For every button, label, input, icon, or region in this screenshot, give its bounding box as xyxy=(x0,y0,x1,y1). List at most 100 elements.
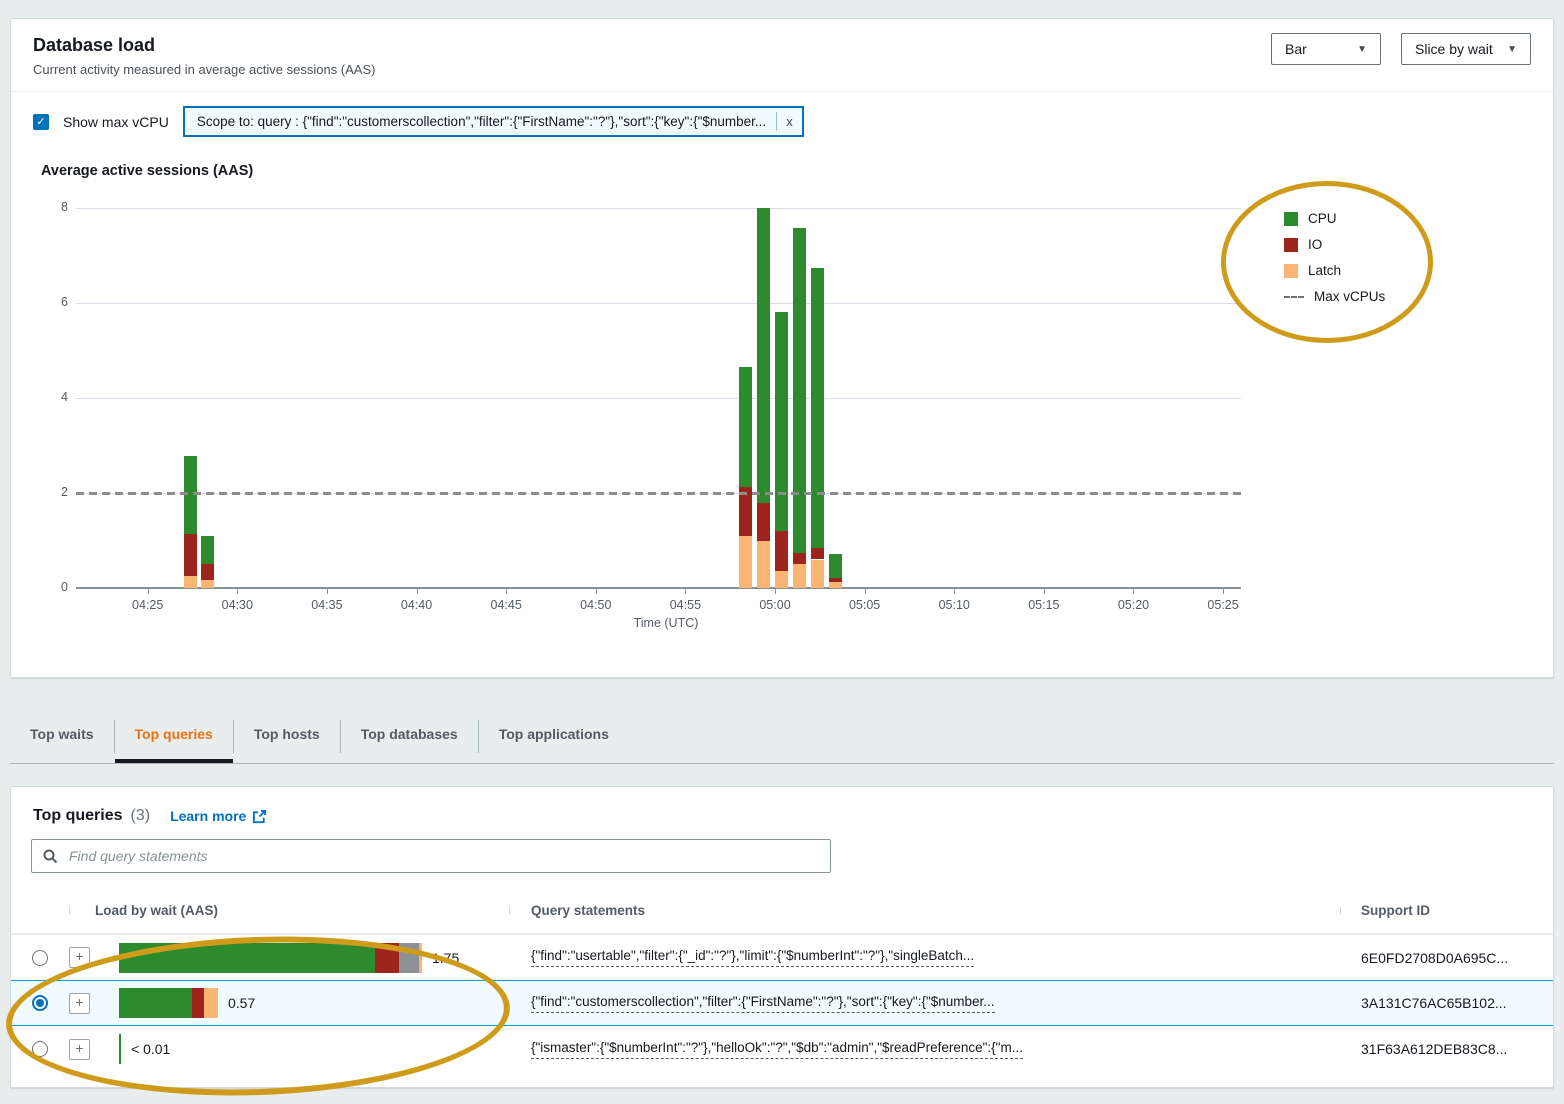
bar-05:01-cpu[interactable] xyxy=(793,228,806,552)
bar-05:02-io[interactable] xyxy=(811,548,824,559)
load-value: 0.57 xyxy=(228,995,255,1011)
chart-type-select[interactable]: Bar ▼ xyxy=(1271,33,1381,65)
bar-04:28-cpu[interactable] xyxy=(201,536,214,564)
bar-05:03-io[interactable] xyxy=(829,578,842,583)
bar-05:01-io[interactable] xyxy=(793,553,806,564)
gridline xyxy=(76,398,1241,399)
top-queries-count: (3) xyxy=(131,807,151,825)
x-tick-mark xyxy=(1223,588,1224,594)
expand-row-icon[interactable]: + xyxy=(69,993,90,1014)
tab-top-waits[interactable]: Top waits xyxy=(10,710,114,763)
bar-04:27-latch[interactable] xyxy=(184,576,197,588)
load-value: < 0.01 xyxy=(131,1041,170,1057)
x-tick-label: 05:25 xyxy=(1196,598,1250,612)
chart-title: Average active sessions (AAS) xyxy=(41,163,1553,179)
load-segment-cpu xyxy=(119,988,192,1018)
x-tick-label: 05:05 xyxy=(838,598,892,612)
x-tick-label: 04:25 xyxy=(121,598,175,612)
y-tick-label: 2 xyxy=(42,485,68,499)
table-header: Load by wait (AAS) Query statements Supp… xyxy=(11,887,1553,934)
chart-type-value: Bar xyxy=(1285,41,1307,57)
legend-item: CPU xyxy=(1284,211,1385,226)
legend-label: Max vCPUs xyxy=(1314,289,1385,304)
top-queries-header: Top queries (3) Learn more xyxy=(11,787,1553,839)
bar-04:28-io[interactable] xyxy=(201,564,214,580)
load-segment-io xyxy=(192,988,204,1018)
external-link-icon xyxy=(252,809,267,824)
bar-04:59-latch[interactable] xyxy=(757,541,770,589)
tab-top-databases[interactable]: Top databases xyxy=(341,710,478,763)
slice-by-select[interactable]: Slice by wait ▼ xyxy=(1401,33,1531,65)
x-tick-label: 05:20 xyxy=(1106,598,1160,612)
query-statement-link[interactable]: {"find":"usertable","filter":{"_id":"?"}… xyxy=(531,948,974,967)
bar-04:58-latch[interactable] xyxy=(739,536,752,588)
bar-05:00-cpu[interactable] xyxy=(775,312,788,531)
tab-top-queries[interactable]: Top queries xyxy=(115,710,233,763)
panel-header: Database load Current activity measured … xyxy=(11,19,1553,92)
bar-05:02-latch[interactable] xyxy=(811,560,824,589)
bar-04:59-cpu[interactable] xyxy=(757,208,770,503)
legend-label: CPU xyxy=(1308,211,1337,226)
remove-filter-button[interactable]: x xyxy=(776,112,802,131)
row-select-radio[interactable] xyxy=(32,950,48,966)
legend-item: IO xyxy=(1284,237,1385,252)
x-tick-mark xyxy=(775,588,776,594)
row-select-radio[interactable] xyxy=(32,995,48,1011)
learn-more-link[interactable]: Learn more xyxy=(170,808,267,824)
bar-04:27-cpu[interactable] xyxy=(184,456,197,533)
max-vcpus-line xyxy=(76,492,1241,495)
bar-05:03-cpu[interactable] xyxy=(829,554,842,578)
bar-05:00-latch[interactable] xyxy=(775,571,788,588)
top-queries-panel: Top queries (3) Learn more Load by wait … xyxy=(10,786,1554,1088)
bar-04:59-io[interactable] xyxy=(757,503,770,541)
column-header-support[interactable]: Support ID xyxy=(1340,903,1555,918)
latch-swatch-icon xyxy=(1284,264,1298,278)
table-row[interactable]: +0.57 {"find":"customerscollection","filt… xyxy=(11,980,1553,1026)
gridline xyxy=(76,303,1241,304)
slice-by-value: Slice by wait xyxy=(1415,41,1493,57)
query-statement-link[interactable]: {"find":"customerscollection","filter":{… xyxy=(531,994,995,1013)
table-row[interactable]: +1.75 {"find":"usertable","filter":{"_id"… xyxy=(11,934,1553,980)
x-tick-label: 04:55 xyxy=(658,598,712,612)
x-tick-mark xyxy=(417,588,418,594)
expand-row-icon[interactable]: + xyxy=(69,947,90,968)
tab-top-hosts[interactable]: Top hosts xyxy=(234,710,340,763)
checkmark-icon: ✓ xyxy=(36,115,45,128)
chevron-down-icon: ▼ xyxy=(1507,44,1517,55)
column-header-load[interactable]: Load by wait (AAS) xyxy=(69,903,509,918)
x-tick-label: 04:30 xyxy=(210,598,264,612)
table-row[interactable]: + < 0.01 {"ismaster":{"$numberInt":"?"},"h… xyxy=(11,1026,1553,1072)
load-segment-latch xyxy=(419,943,422,973)
x-tick-mark xyxy=(685,588,686,594)
x-tick-mark xyxy=(506,588,507,594)
row-select-radio[interactable] xyxy=(32,1041,48,1057)
search-input[interactable] xyxy=(67,847,820,865)
bar-04:28-latch[interactable] xyxy=(201,580,214,588)
support-id: 6E0FD2708D0A695C... xyxy=(1361,950,1508,966)
x-tick-label: 04:35 xyxy=(300,598,354,612)
bar-05:02-cpu[interactable] xyxy=(811,268,824,548)
bar-05:01-latch[interactable] xyxy=(793,564,806,588)
bar-05:03-latch[interactable] xyxy=(829,582,842,588)
legend-item: Latch xyxy=(1284,263,1385,278)
load-value: 1.75 xyxy=(432,950,459,966)
load-segment-io xyxy=(375,943,399,973)
y-tick-label: 4 xyxy=(42,390,68,404)
chevron-down-icon: ▼ xyxy=(1357,44,1367,55)
bar-04:27-io[interactable] xyxy=(184,534,197,576)
support-id: 3A131C76AC65B102... xyxy=(1361,995,1507,1011)
show-max-vcpu-checkbox[interactable]: ✓ xyxy=(33,114,49,130)
query-search[interactable] xyxy=(31,839,831,873)
tab-top-applications[interactable]: Top applications xyxy=(479,710,629,763)
load-by-wait-bar xyxy=(119,988,218,1018)
column-header-query[interactable]: Query statements xyxy=(509,903,1340,918)
expand-row-icon[interactable]: + xyxy=(69,1039,90,1060)
load-segment-latch xyxy=(204,988,218,1018)
x-tick-mark xyxy=(1044,588,1045,594)
load-segment-other xyxy=(399,943,419,973)
query-statement-link[interactable]: {"ismaster":{"$numberInt":"?"},"helloOk"… xyxy=(531,1040,1023,1059)
bar-04:58-cpu[interactable] xyxy=(739,367,752,487)
y-tick-label: 6 xyxy=(42,295,68,309)
io-swatch-icon xyxy=(1284,238,1298,252)
bar-05:00-io[interactable] xyxy=(775,531,788,571)
